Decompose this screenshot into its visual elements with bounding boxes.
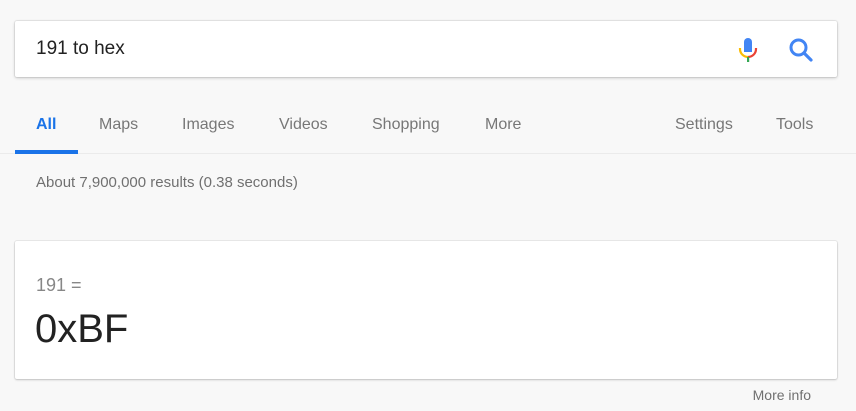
search-box [15,21,837,77]
search-icon[interactable] [788,37,814,63]
answer-card: 191 = 0xBF [15,241,837,379]
conversion-question: 191 = [36,275,82,295]
search-tabs: All Maps Images Videos Shopping More Set… [0,96,856,154]
tab-maps[interactable]: Maps [99,96,138,154]
active-tab-indicator [15,150,78,154]
conversion-result: 0xBF [35,307,129,351]
tab-more[interactable]: More [485,96,521,154]
result-stats: About 7,900,000 results (0.38 seconds) [36,174,298,191]
search-results-page: All Maps Images Videos Shopping More Set… [0,0,856,411]
search-input[interactable] [36,21,716,77]
microphone-icon[interactable] [736,37,760,63]
more-info-link[interactable]: More info [753,386,811,404]
tab-tools[interactable]: Tools [776,96,813,154]
tab-videos[interactable]: Videos [279,96,328,154]
tab-settings[interactable]: Settings [675,96,733,154]
tab-shopping[interactable]: Shopping [372,96,440,154]
tab-images[interactable]: Images [182,96,234,154]
tab-all[interactable]: All [36,96,56,154]
